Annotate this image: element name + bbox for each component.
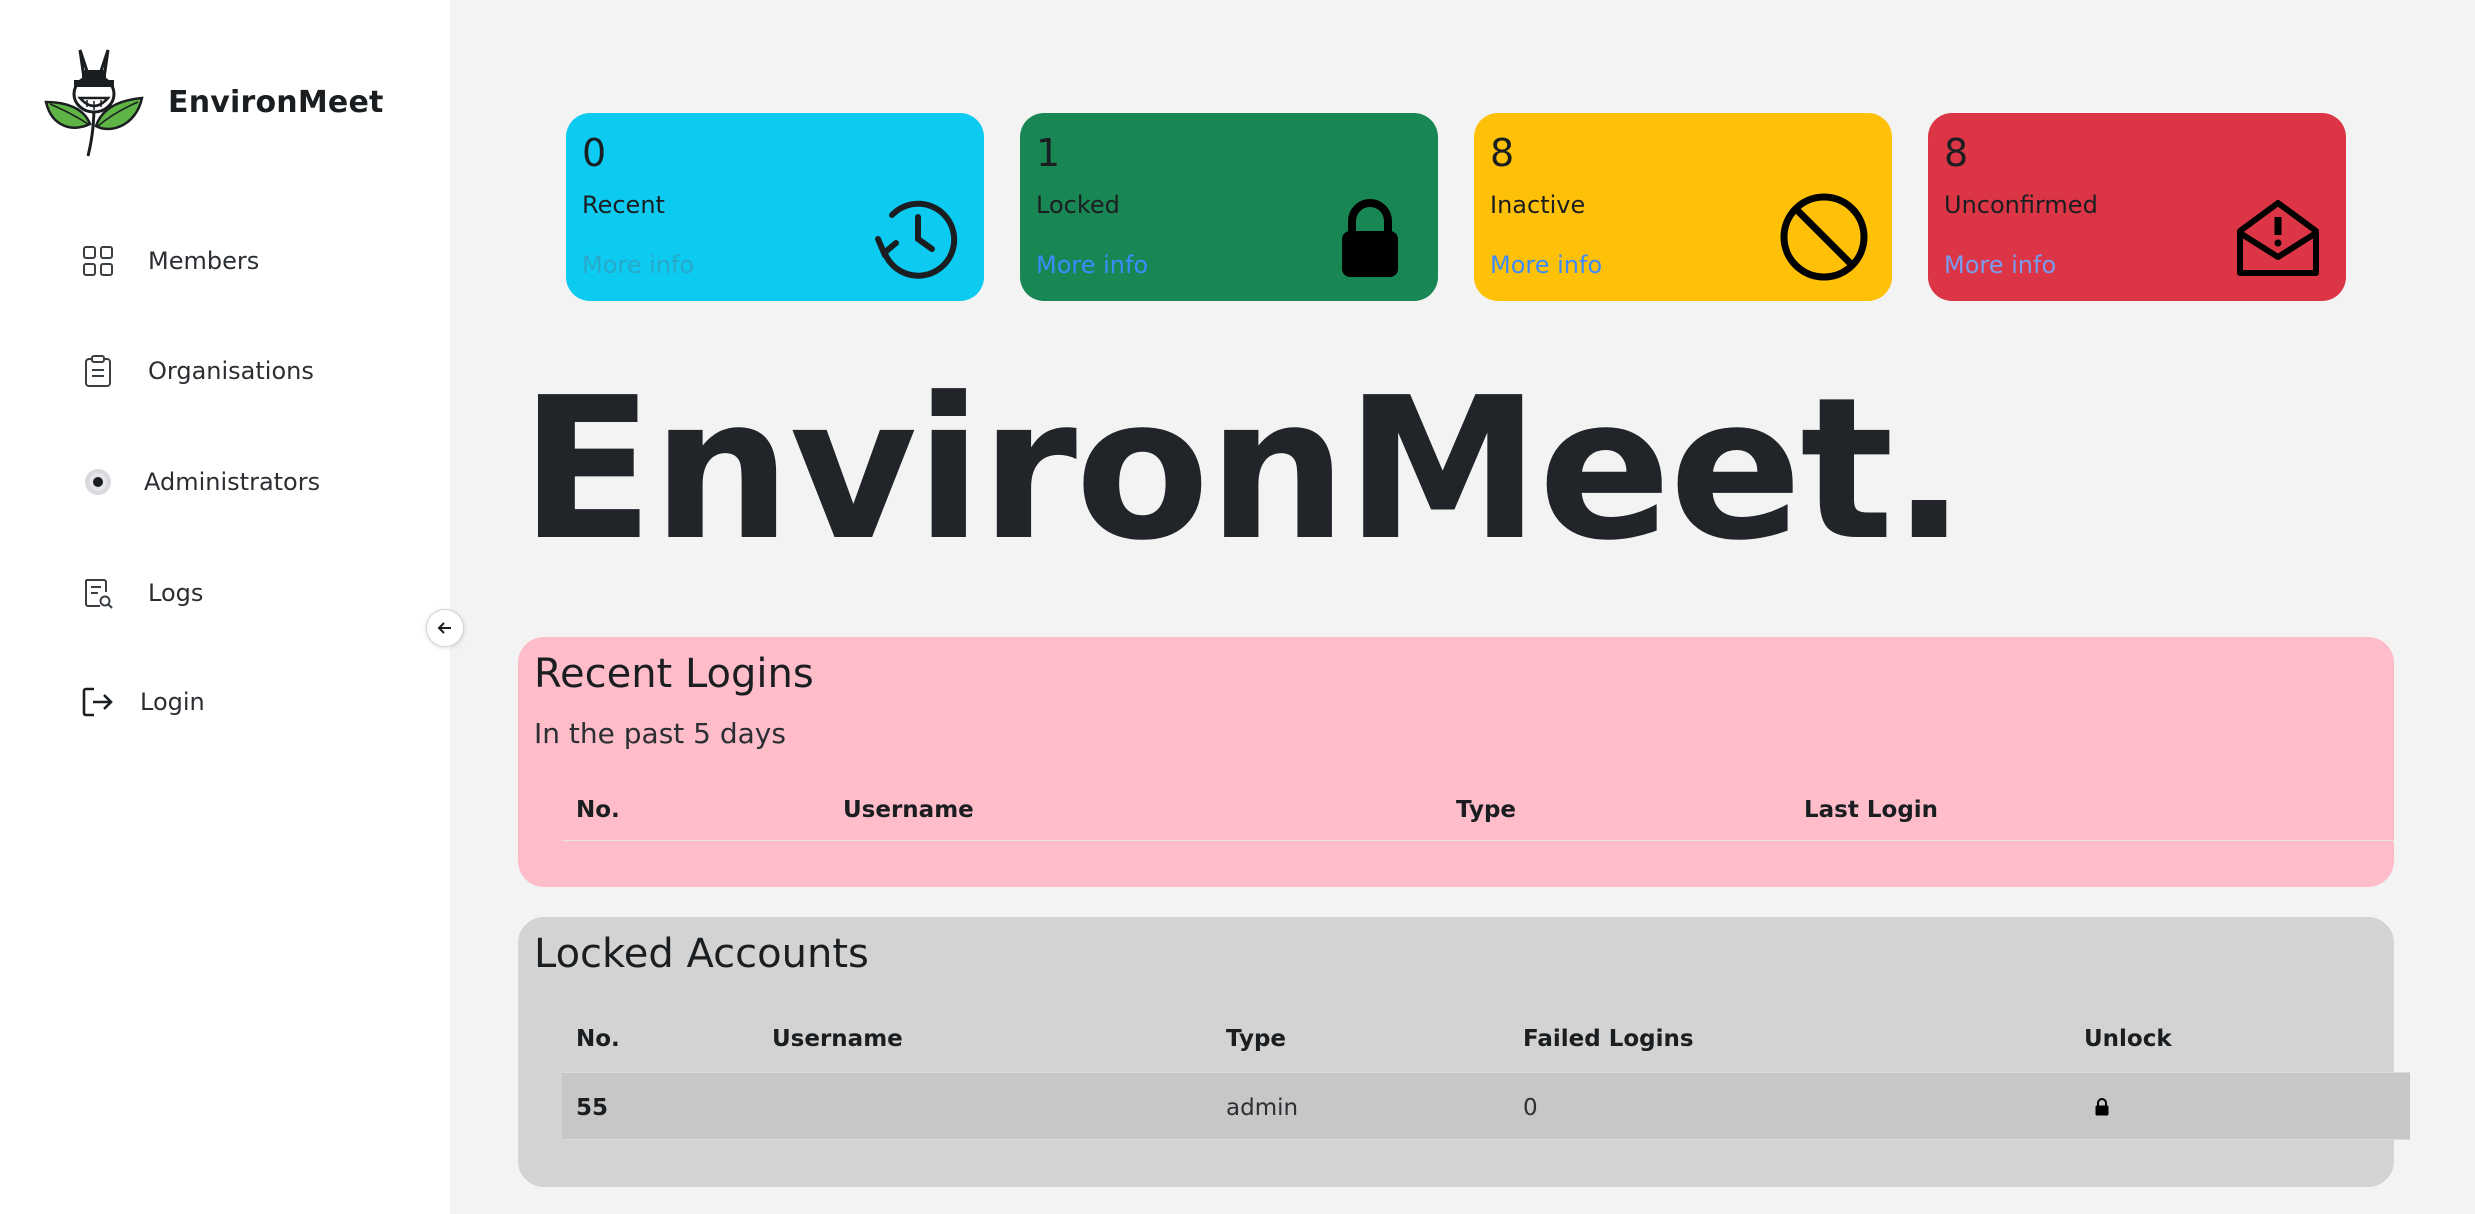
more-info-link[interactable]: More info — [1490, 251, 1602, 279]
column-header: Type — [1226, 1026, 1287, 1052]
column-header: No. — [576, 797, 620, 823]
stat-label: Inactive — [1490, 191, 1586, 219]
clipboard-icon — [78, 351, 118, 391]
stat-card-unconfirmed: 8 Unconfirmed More info — [1928, 113, 2346, 301]
cell-type: admin — [1226, 1095, 1299, 1121]
sidebar-item-label: Members — [148, 247, 260, 275]
locked-accounts-panel: Locked Accounts No. Username Type Failed… — [518, 917, 2410, 1187]
unlock-button[interactable] — [2088, 1093, 2116, 1121]
stat-count: 8 — [1490, 131, 1515, 175]
stat-label: Recent — [582, 191, 665, 219]
panel-title: Recent Logins — [534, 651, 814, 697]
logo-icon — [44, 49, 144, 157]
stat-count: 0 — [582, 131, 607, 175]
stat-count: 8 — [1944, 131, 1969, 175]
recent-logins-panel: Recent Logins In the past 5 days No. Use… — [518, 637, 2394, 887]
column-header: Last Login — [1804, 797, 1939, 823]
sidebar-item-label: Administrators — [144, 468, 321, 496]
gear-icon — [78, 462, 118, 502]
more-info-link[interactable]: More info — [1036, 251, 1148, 279]
log-search-icon — [78, 573, 118, 613]
sidebar-collapse-button[interactable] — [426, 609, 464, 647]
column-header: Type — [1456, 797, 1517, 823]
stat-label: Locked — [1036, 191, 1120, 219]
column-header: Failed Logins — [1523, 1026, 1694, 1052]
sidebar-item-label: Organisations — [148, 357, 314, 385]
sidebar: EnvironMeet Members Organisations Admini… — [0, 0, 450, 1214]
sidebar-item-login[interactable]: Login — [78, 672, 205, 732]
table-row: 55 admin 0 — [562, 1072, 2410, 1140]
stat-card-recent: 0 Recent More info — [566, 113, 984, 301]
more-info-link[interactable]: More info — [1944, 251, 2056, 279]
panel-title: Locked Accounts — [534, 931, 869, 977]
arrow-left-icon — [437, 622, 451, 634]
stat-label: Unconfirmed — [1944, 191, 2098, 219]
lock-icon — [1342, 199, 1398, 277]
ban-icon — [1780, 193, 1868, 281]
column-header: Unlock — [2084, 1026, 2172, 1052]
column-header: Username — [843, 797, 974, 823]
history-icon — [875, 200, 958, 279]
envelope-alert-icon — [2237, 200, 2319, 276]
panel-subtitle: In the past 5 days — [534, 717, 786, 750]
grid-icon — [78, 241, 118, 281]
cell-failed-logins: 0 — [1523, 1095, 1538, 1121]
column-header: Username — [772, 1026, 903, 1052]
brand-name: EnvironMeet — [168, 84, 384, 120]
login-icon — [78, 682, 118, 722]
sidebar-item-members[interactable]: Members — [78, 231, 259, 291]
more-info-link[interactable]: More info — [582, 251, 694, 279]
lock-icon — [2095, 1098, 2109, 1116]
sidebar-item-organisations[interactable]: Organisations — [78, 341, 314, 401]
stat-count: 1 — [1036, 131, 1061, 175]
stat-card-locked: 1 Locked More info — [1020, 113, 1438, 301]
sidebar-item-label: Logs — [148, 579, 204, 607]
brand[interactable]: EnvironMeet — [44, 44, 384, 160]
sidebar-item-logs[interactable]: Logs — [78, 563, 203, 623]
hero-title: EnvironMeet. — [520, 356, 1966, 584]
sidebar-item-label: Login — [140, 688, 205, 716]
cell-no: 55 — [576, 1095, 609, 1121]
table-divider — [562, 840, 2394, 841]
column-header: No. — [576, 1026, 620, 1052]
stat-card-inactive: 8 Inactive More info — [1474, 113, 1892, 301]
sidebar-item-administrators[interactable]: Administrators — [78, 452, 320, 512]
